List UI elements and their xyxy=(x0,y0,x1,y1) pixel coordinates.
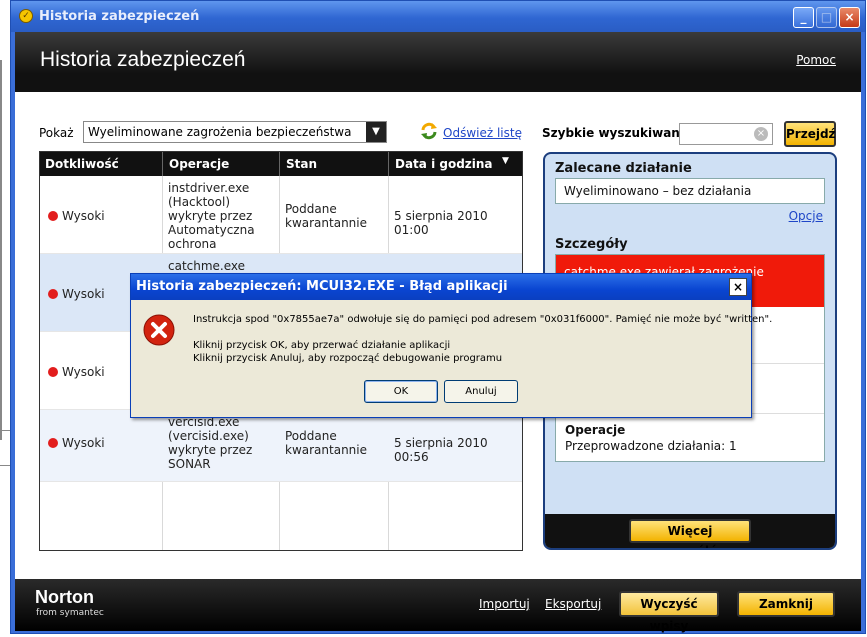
operation-line: wykryte przez xyxy=(168,443,253,457)
ok-button[interactable]: OK xyxy=(364,380,438,403)
app-footer: Norton from symantec Importuj Eksportuj … xyxy=(15,579,861,633)
help-link[interactable]: Pomoc xyxy=(796,53,836,67)
quick-search-label: Szybkie wyszukiwanie: xyxy=(542,126,697,140)
column-divider xyxy=(162,152,163,176)
table-row[interactable]: Wysoki vercisid.exe (vercisid.exe) wykry… xyxy=(40,410,522,482)
refresh-icon[interactable] xyxy=(419,121,439,141)
dialog-close-button[interactable]: × xyxy=(729,278,747,296)
error-dialog: Historia zabezpieczeń: MCUI32.EXE - Błąd… xyxy=(130,273,772,418)
column-divider xyxy=(279,152,280,176)
severity-cell: Wysoki xyxy=(62,209,105,223)
page-title: Historia zabezpieczeń xyxy=(40,48,246,71)
norton-icon: ✓ xyxy=(19,9,33,23)
operation-line: catchme.exe xyxy=(168,259,246,273)
desktop-edge-line xyxy=(0,430,10,431)
refresh-list-link[interactable]: Odśwież listę xyxy=(443,126,522,140)
search-go-button[interactable]: Przejdź xyxy=(784,121,836,147)
column-divider xyxy=(388,152,389,176)
dialog-message: Instrukcja spod "0x7855ae7a" odwołuje si… xyxy=(193,314,773,325)
window-close-button[interactable]: × xyxy=(839,7,860,28)
clear-entries-button[interactable]: Wyczyść wpisy xyxy=(619,591,719,633)
filter-select[interactable]: Wyeliminowane zagrożenia bezpieczeństwa … xyxy=(83,121,387,143)
status-line: Poddane xyxy=(285,202,337,216)
operation-line: SONAR xyxy=(168,457,211,471)
error-icon xyxy=(143,314,175,346)
cancel-button[interactable]: Anuluj xyxy=(444,380,518,403)
minimize-button[interactable]: _ xyxy=(793,7,814,28)
status-line: kwarantannie xyxy=(285,216,367,230)
app-header: Historia zabezpieczeń Pomoc xyxy=(15,32,861,92)
dialog-titlebar[interactable]: Historia zabezpieczeń: MCUI32.EXE - Błąd… xyxy=(131,274,751,300)
maximize-button[interactable]: □ xyxy=(816,7,837,28)
filter-label: Pokaż xyxy=(39,126,74,140)
operation-line: ochrona xyxy=(168,237,217,251)
more-details-button[interactable]: Więcej szczegółów xyxy=(629,519,751,548)
recommended-action-heading: Zalecane działanie xyxy=(555,161,692,176)
date-cell: 5 sierpnia 2010 00:56 xyxy=(394,436,488,464)
filter-select-value: Wyeliminowane zagrożenia bezpieczeństwa xyxy=(88,125,352,139)
status-line: kwarantannie xyxy=(285,443,367,457)
operation-line: (Hacktool) xyxy=(168,195,231,209)
desktop-edge-line xyxy=(0,465,10,466)
severity-cell: Wysoki xyxy=(62,287,105,301)
operation-line: Automatyczna xyxy=(168,223,255,237)
import-link[interactable]: Importuj xyxy=(479,597,530,611)
options-link[interactable]: Opcje xyxy=(789,209,823,223)
dialog-instruction-ok: Kliknij przycisk OK, aby przerwać działa… xyxy=(193,340,451,351)
severity-cell: Wysoki xyxy=(62,365,105,379)
column-header-date[interactable]: Data i godzina xyxy=(395,157,493,171)
red-dot-icon xyxy=(48,289,58,299)
quick-search-input[interactable]: × xyxy=(679,123,773,145)
window-title: Historia zabezpieczeń xyxy=(39,9,200,24)
red-dot-icon xyxy=(48,211,58,221)
chevron-down-icon[interactable]: ▼ xyxy=(366,122,386,142)
red-dot-icon xyxy=(48,367,58,377)
date-cell: 5 sierpnia 2010 01:00 xyxy=(394,209,488,237)
export-link[interactable]: Eksportuj xyxy=(545,597,601,611)
operations-heading: Operacje xyxy=(565,423,626,437)
sort-down-icon[interactable]: ▼ xyxy=(502,156,509,166)
dialog-title: Historia zabezpieczeń: MCUI32.EXE - Błąd… xyxy=(136,279,508,294)
table-row[interactable]: Wysoki instdriver.exe (Hacktool) wykryte… xyxy=(40,176,522,254)
severity-cell: Wysoki xyxy=(62,436,105,450)
table-header: Dotkliwość Operacje Stan Data i godzina … xyxy=(40,152,522,176)
operation-line: (vercisid.exe) xyxy=(168,429,249,443)
column-header-operations[interactable]: Operacje xyxy=(169,157,229,171)
more-details-bar: Więcej szczegółów xyxy=(545,514,835,548)
clear-search-icon[interactable]: × xyxy=(754,127,768,141)
column-header-severity[interactable]: Dotkliwość xyxy=(45,157,119,171)
details-heading: Szczegóły xyxy=(555,237,628,252)
red-dot-icon xyxy=(48,438,58,448)
operation-line: wykryte przez xyxy=(168,209,253,223)
column-header-status[interactable]: Stan xyxy=(286,157,317,171)
operation-line: instdriver.exe xyxy=(168,181,250,195)
status-line: Poddane xyxy=(285,429,337,443)
recommended-action-value: Wyeliminowano – bez działania xyxy=(555,178,825,204)
desktop-edge-line xyxy=(0,60,2,440)
dialog-instruction-cancel: Kliknij przycisk Anuluj, aby rozpocząć d… xyxy=(193,353,503,364)
norton-logo: Norton from symantec xyxy=(35,587,104,618)
close-button[interactable]: Zamknij xyxy=(737,591,835,617)
brand-name: Norton xyxy=(35,587,94,607)
operations-text: Przeprowadzone działania: 1 xyxy=(565,439,737,453)
window-titlebar[interactable]: ✓ Historia zabezpieczeń _ □ × xyxy=(11,1,865,32)
brand-subtitle: from symantec xyxy=(36,608,104,618)
